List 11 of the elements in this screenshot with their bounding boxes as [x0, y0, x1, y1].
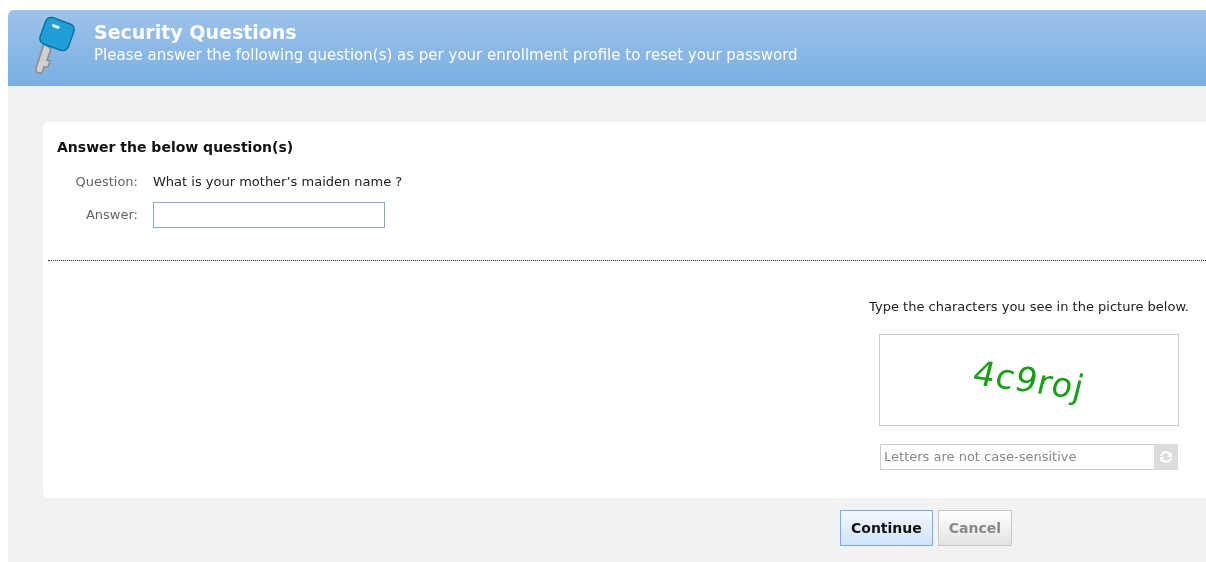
- captcha-text: 4c9roj: [968, 351, 1091, 409]
- page-title: Security Questions: [94, 20, 298, 44]
- answer-field[interactable]: [153, 201, 385, 228]
- field-label: Answer:: [84, 205, 138, 224]
- captcha-field[interactable]: Letters are not case-sensitive: [880, 444, 1155, 470]
- captcha-instruction: Type the characters you see in the picture below.: [869, 297, 1189, 316]
- form-heading: Answer the below question(s): [57, 138, 295, 157]
- question-text: What is your mother’s maiden name ?: [153, 173, 403, 191]
- continue-button[interactable]: Continue: [840, 510, 933, 546]
- page-subtitle: Please answer the following question(s) as per your enrollment profile to reset your password: [94, 45, 798, 66]
- field-label: Question:: [74, 173, 138, 191]
